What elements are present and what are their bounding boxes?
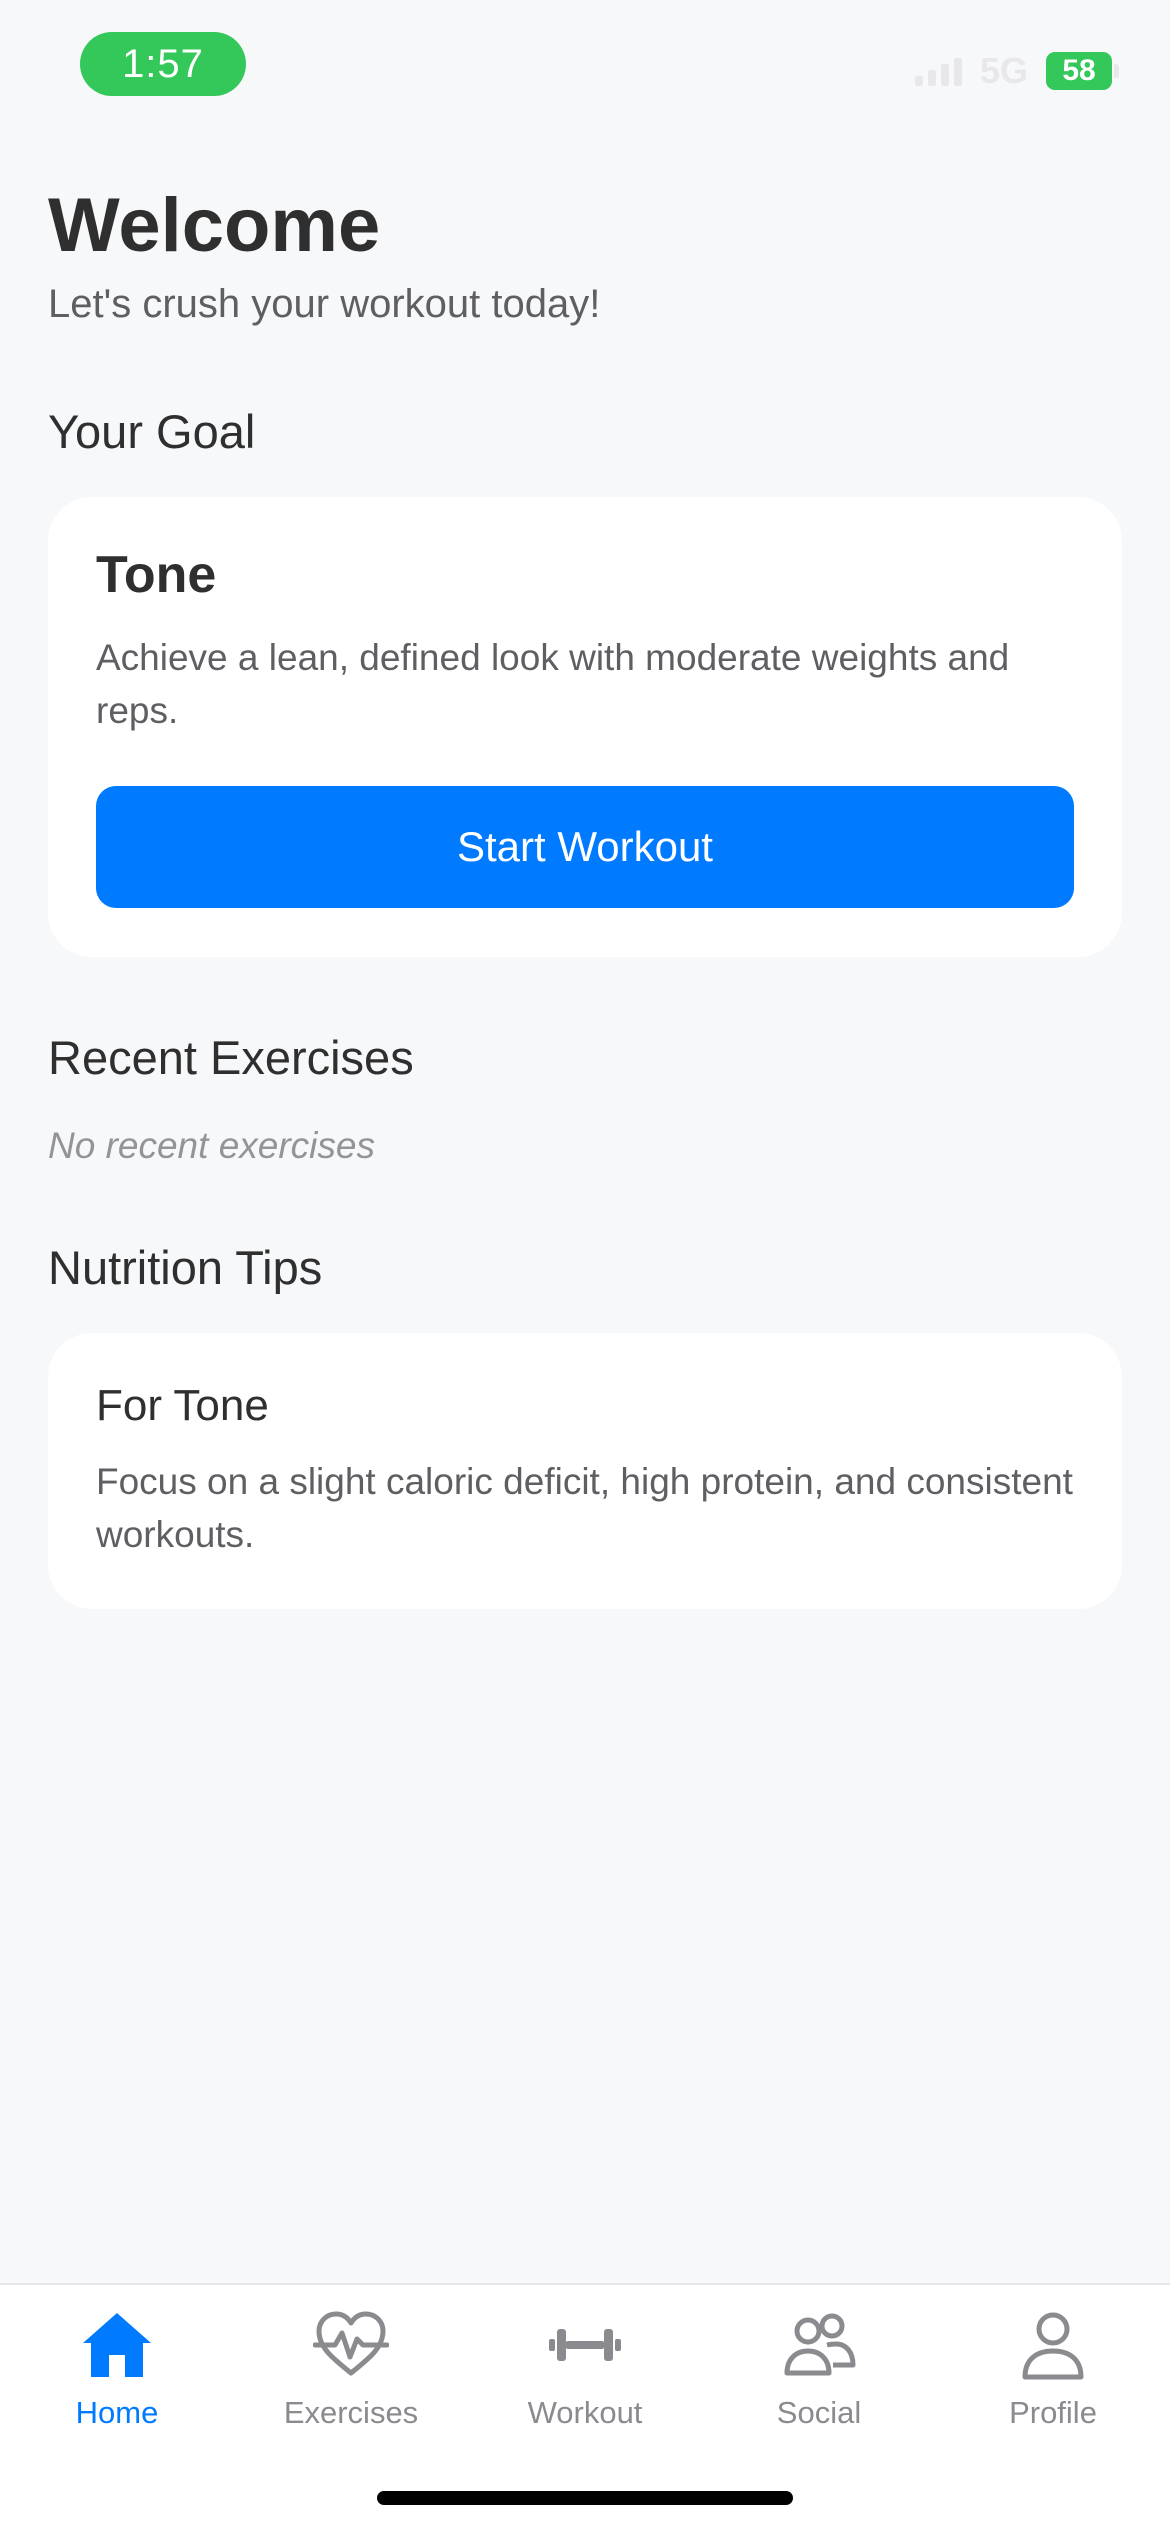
person-icon — [1022, 2312, 1084, 2380]
battery-level: 58 — [1062, 54, 1096, 87]
page-subtitle: Let's crush your workout today! — [48, 282, 601, 326]
dumbbell-icon — [549, 2329, 621, 2361]
battery-cap — [1114, 64, 1119, 78]
nutrition-tip-description: Focus on a slight caloric deficit, high … — [96, 1461, 1073, 1555]
nutrition-tip-title: For Tone — [96, 1381, 269, 1430]
network-label: 5G — [979, 50, 1028, 91]
start-workout-button[interactable]: Start Workout — [96, 786, 1074, 908]
nutrition-tip-card: For Tone Focus on a slight caloric defic… — [48, 1333, 1122, 1609]
battery-icon: 58 — [1046, 52, 1119, 90]
page-title: Welcome — [48, 183, 381, 268]
heart-pulse-icon — [313, 2311, 389, 2376]
recent-exercises-heading: Recent Exercises — [48, 1031, 414, 1084]
tab-social[interactable]: Social — [702, 2303, 936, 2453]
tab-profile[interactable]: Profile — [936, 2303, 1170, 2453]
tab-workout-label: Workout — [527, 2395, 643, 2430]
signal-icon — [914, 56, 962, 86]
home-indicator[interactable] — [377, 2491, 793, 2505]
tab-workout[interactable]: Workout — [468, 2303, 702, 2453]
tab-social-label: Social — [776, 2395, 862, 2430]
tab-home-label: Home — [75, 2395, 159, 2430]
people-icon — [784, 2313, 856, 2376]
goal-card: Tone Achieve a lean, defined look with m… — [48, 497, 1122, 957]
home-screen: 1:57 5G 58 Welcome Let's crush your work… — [0, 0, 1170, 2532]
tab-profile-label: Profile — [1009, 2395, 1097, 2430]
goal-description: Achieve a lean, defined look with modera… — [96, 637, 1010, 731]
status-bar: 1:57 5G 58 — [0, 0, 1170, 120]
goal-section-heading: Your Goal — [48, 405, 256, 458]
house-icon — [83, 2313, 151, 2377]
tab-exercises-label: Exercises — [283, 2395, 419, 2430]
status-time: 1:57 — [80, 32, 246, 96]
tab-home[interactable]: Home — [0, 2303, 234, 2453]
goal-title: Tone — [96, 546, 217, 604]
recent-exercises-empty: No recent exercises — [48, 1125, 375, 1166]
status-indicators: 5G 58 — [914, 50, 1119, 92]
nutrition-tips-heading: Nutrition Tips — [48, 1241, 323, 1294]
tab-exercises[interactable]: Exercises — [234, 2303, 468, 2453]
